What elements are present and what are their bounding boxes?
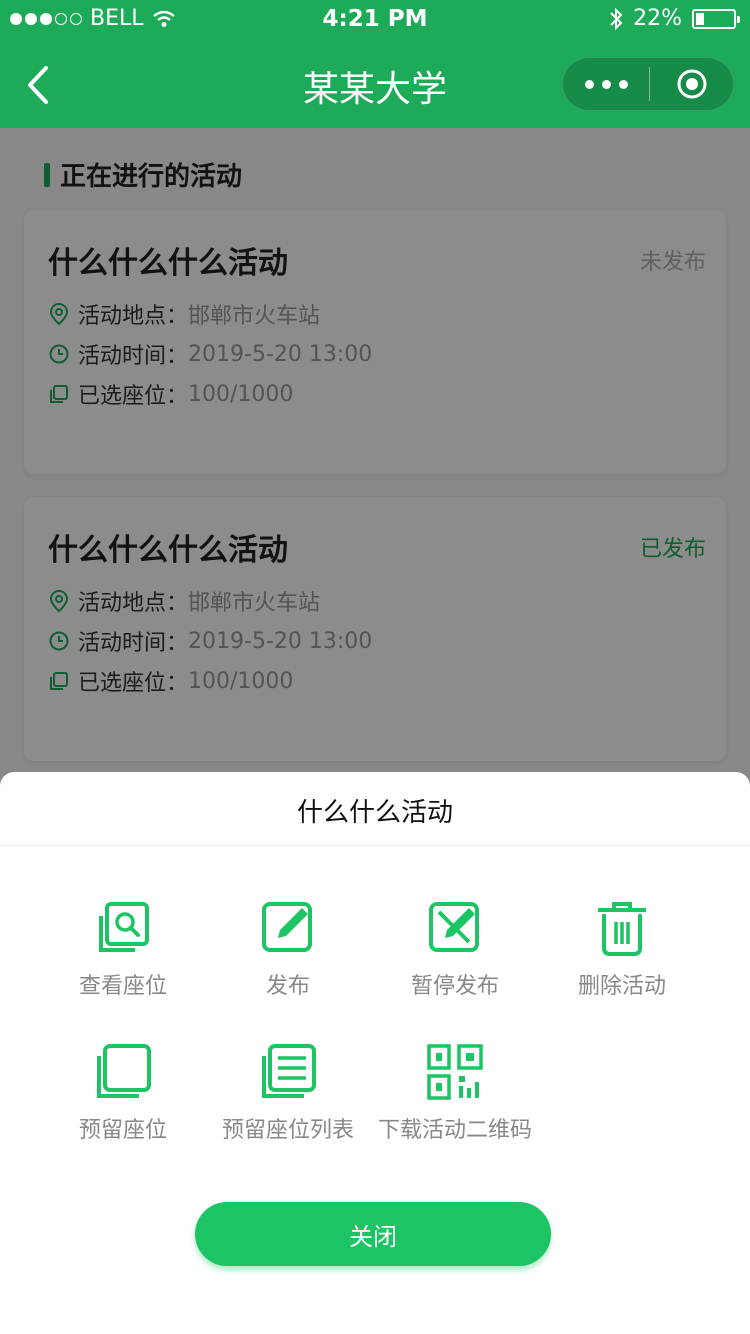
reserve-list-button[interactable]: 预留座位列表	[203, 1042, 373, 1144]
status-bar: BELL 4:21 PM 22%	[0, 0, 750, 40]
qrcode-icon	[427, 1044, 483, 1100]
view-seats-button[interactable]: 查看座位	[38, 898, 208, 1000]
reserve-seat-button[interactable]: 预留座位	[38, 1042, 208, 1144]
exit-button[interactable]	[650, 58, 733, 110]
action-label: 查看座位	[78, 974, 167, 999]
pause-publish-button[interactable]: 暂停发布	[370, 898, 540, 1000]
target-circle-icon	[677, 69, 706, 99]
edit-icon	[262, 902, 312, 952]
download-qrcode-button[interactable]: 下载活动二维码	[370, 1042, 540, 1144]
divider	[0, 845, 750, 846]
publish-button[interactable]: 发布	[203, 898, 373, 1000]
action-label: 下载活动二维码	[377, 1118, 532, 1143]
mini-program-capsule	[562, 57, 734, 111]
square-icon	[97, 1044, 151, 1098]
more-button[interactable]	[563, 58, 649, 110]
pause-publish-icon	[429, 902, 479, 952]
bluetooth-icon	[610, 7, 623, 30]
action-label: 暂停发布	[410, 974, 499, 999]
nav-bar: 某某大学	[0, 40, 750, 128]
list-icon	[262, 1044, 316, 1098]
action-sheet: 什么什么活动 查看座位 发布 暂停发布 删除活动 预留座位 预留座位列表 下载活…	[0, 772, 750, 1334]
view-seat-icon	[99, 902, 149, 952]
battery-icon	[692, 8, 740, 29]
more-dots-icon	[584, 79, 594, 89]
close-button[interactable]: 关闭	[195, 1202, 551, 1266]
action-label: 发布	[265, 974, 310, 999]
action-label: 预留座位	[78, 1118, 167, 1143]
action-label: 删除活动	[577, 974, 666, 999]
trash-icon	[598, 902, 646, 956]
action-sheet-title: 什么什么活动	[296, 798, 453, 828]
battery-percent: 22%	[633, 6, 682, 31]
delete-activity-button[interactable]: 删除活动	[537, 898, 707, 1000]
action-label: 预留座位列表	[221, 1118, 354, 1143]
